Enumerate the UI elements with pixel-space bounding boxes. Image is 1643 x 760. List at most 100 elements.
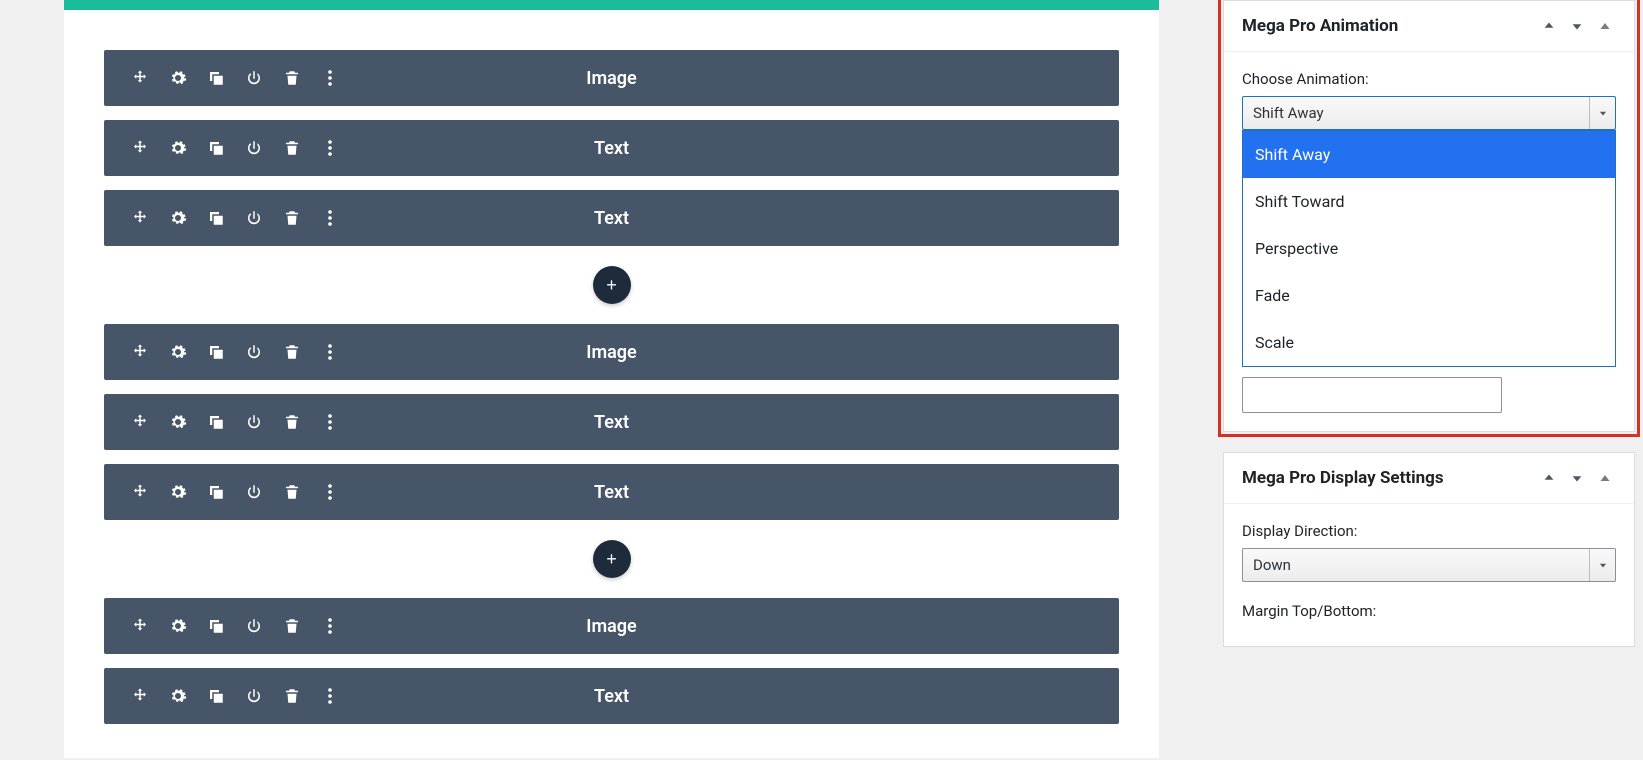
secondary-input[interactable]	[1242, 377, 1502, 413]
block-toolbar	[104, 342, 340, 362]
move-icon[interactable]	[130, 686, 150, 706]
more-icon[interactable]	[320, 342, 340, 362]
duplicate-icon[interactable]	[206, 412, 226, 432]
block-toolbar	[104, 412, 340, 432]
settings-sidebar: Mega Pro Animation Choose Animation: Shi…	[1223, 0, 1643, 760]
animation-dropdown[interactable]: Shift AwayShift TowardPerspectiveFadeSca…	[1242, 130, 1616, 367]
block-row[interactable]: Text	[104, 120, 1119, 176]
block-row[interactable]: Text	[104, 464, 1119, 520]
more-icon[interactable]	[320, 68, 340, 88]
power-icon[interactable]	[244, 412, 264, 432]
move-icon[interactable]	[130, 616, 150, 636]
block-row[interactable]: Image	[104, 598, 1119, 654]
power-icon[interactable]	[244, 138, 264, 158]
dropdown-option[interactable]: Scale	[1243, 319, 1615, 366]
gear-icon[interactable]	[168, 68, 188, 88]
dropdown-caret-icon	[1589, 549, 1615, 581]
block-row[interactable]: Text	[104, 394, 1119, 450]
block-toolbar	[104, 686, 340, 706]
display-direction-label: Display Direction:	[1242, 522, 1616, 540]
gear-icon[interactable]	[168, 412, 188, 432]
gear-icon[interactable]	[168, 138, 188, 158]
block-row[interactable]: Image	[104, 324, 1119, 380]
more-icon[interactable]	[320, 482, 340, 502]
duplicate-icon[interactable]	[206, 68, 226, 88]
trash-icon[interactable]	[282, 138, 302, 158]
teal-header-bar	[64, 0, 1159, 10]
more-icon[interactable]	[320, 412, 340, 432]
add-block-button[interactable]: +	[593, 540, 631, 578]
gear-icon[interactable]	[168, 686, 188, 706]
gear-icon[interactable]	[168, 342, 188, 362]
move-down-icon[interactable]	[1566, 467, 1588, 489]
duplicate-icon[interactable]	[206, 208, 226, 228]
duplicate-icon[interactable]	[206, 138, 226, 158]
trash-icon[interactable]	[282, 616, 302, 636]
display-direction-select[interactable]: Down	[1242, 548, 1616, 582]
editor-canvas: Image Text Text+ Image Text Text+ Image …	[64, 0, 1159, 758]
display-settings-panel: Mega Pro Display Settings Display Direct…	[1223, 452, 1635, 647]
panel-title: Mega Pro Animation	[1242, 16, 1538, 36]
panel-header: Mega Pro Display Settings	[1224, 453, 1634, 504]
trash-icon[interactable]	[282, 208, 302, 228]
dropdown-caret-icon	[1589, 97, 1615, 129]
more-icon[interactable]	[320, 616, 340, 636]
panel-title: Mega Pro Display Settings	[1242, 468, 1538, 488]
trash-icon[interactable]	[282, 412, 302, 432]
power-icon[interactable]	[244, 342, 264, 362]
block-toolbar	[104, 482, 340, 502]
animation-panel: Mega Pro Animation Choose Animation: Shi…	[1223, 0, 1635, 432]
animation-select-value: Shift Away	[1253, 104, 1324, 122]
panel-body: Choose Animation: Shift Away Shift AwayS…	[1224, 52, 1634, 431]
block-list: Image Text Text+ Image Text Text+ Image …	[64, 10, 1159, 758]
trash-icon[interactable]	[282, 686, 302, 706]
duplicate-icon[interactable]	[206, 482, 226, 502]
power-icon[interactable]	[244, 616, 264, 636]
move-icon[interactable]	[130, 138, 150, 158]
move-up-icon[interactable]	[1538, 467, 1560, 489]
trash-icon[interactable]	[282, 482, 302, 502]
editor-main: Image Text Text+ Image Text Text+ Image …	[0, 0, 1223, 760]
move-down-icon[interactable]	[1566, 15, 1588, 37]
block-row[interactable]: Text	[104, 190, 1119, 246]
move-icon[interactable]	[130, 482, 150, 502]
panel-header: Mega Pro Animation	[1224, 1, 1634, 52]
power-icon[interactable]	[244, 68, 264, 88]
gear-icon[interactable]	[168, 482, 188, 502]
animation-select[interactable]: Shift Away	[1242, 96, 1616, 130]
dropdown-option[interactable]: Shift Toward	[1243, 178, 1615, 225]
gear-icon[interactable]	[168, 616, 188, 636]
more-icon[interactable]	[320, 686, 340, 706]
block-row[interactable]: Image	[104, 50, 1119, 106]
block-row[interactable]: Text	[104, 668, 1119, 724]
duplicate-icon[interactable]	[206, 342, 226, 362]
toggle-icon[interactable]	[1594, 467, 1616, 489]
add-block-button[interactable]: +	[593, 266, 631, 304]
gear-icon[interactable]	[168, 208, 188, 228]
trash-icon[interactable]	[282, 68, 302, 88]
more-icon[interactable]	[320, 208, 340, 228]
dropdown-option[interactable]: Shift Away	[1243, 131, 1615, 178]
move-icon[interactable]	[130, 342, 150, 362]
panel-header-controls	[1538, 467, 1616, 489]
move-up-icon[interactable]	[1538, 15, 1560, 37]
toggle-icon[interactable]	[1594, 15, 1616, 37]
power-icon[interactable]	[244, 208, 264, 228]
panel-header-controls	[1538, 15, 1616, 37]
trash-icon[interactable]	[282, 342, 302, 362]
block-toolbar	[104, 138, 340, 158]
power-icon[interactable]	[244, 686, 264, 706]
move-icon[interactable]	[130, 68, 150, 88]
block-toolbar	[104, 616, 340, 636]
block-toolbar	[104, 68, 340, 88]
move-icon[interactable]	[130, 412, 150, 432]
more-icon[interactable]	[320, 138, 340, 158]
power-icon[interactable]	[244, 482, 264, 502]
dropdown-option[interactable]: Perspective	[1243, 225, 1615, 272]
duplicate-icon[interactable]	[206, 686, 226, 706]
move-icon[interactable]	[130, 208, 150, 228]
dropdown-option[interactable]: Fade	[1243, 272, 1615, 319]
duplicate-icon[interactable]	[206, 616, 226, 636]
panel-body: Display Direction: Down Margin Top/Botto…	[1224, 504, 1634, 646]
choose-animation-label: Choose Animation:	[1242, 70, 1616, 88]
